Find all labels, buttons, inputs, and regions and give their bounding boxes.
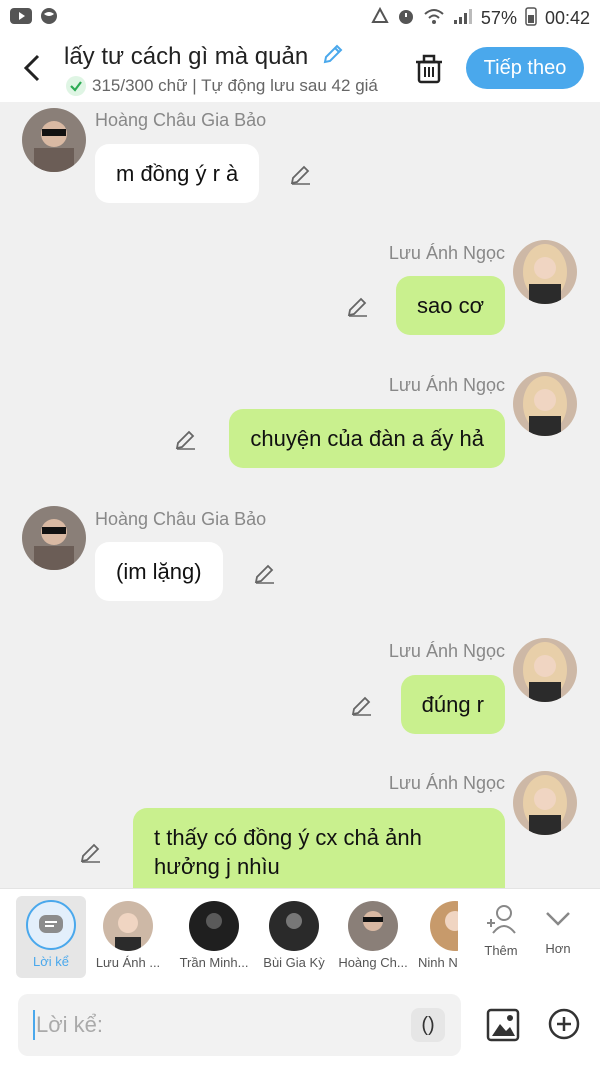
add-character-button[interactable]: Thêm [476,889,526,958]
edit-message-pencil-icon[interactable] [350,693,374,717]
character-strip: Lời kể Lưu Ánh ... Trần Minh... Bùi Gia … [0,888,600,985]
chat-bubble[interactable]: (im lặng) [95,542,223,601]
narration-input[interactable]: Lời kể: () [18,994,461,1056]
app-bar: lấy tư cách gì mà quản 315/300 chữ | Tự … [0,36,600,102]
youtube-icon [10,7,32,29]
chevron-down-icon [543,903,573,933]
battery-percent: 57% [480,7,517,28]
chat-bubble[interactable]: m đồng ý r à [95,144,260,203]
avatar-luu-anh-ngoc[interactable] [513,638,577,702]
chat-area: Hoàng Châu Gia Bảo m đồng ý r à Lưu Ánh … [0,102,600,888]
signal-icon [453,8,473,29]
back-arrow-icon[interactable] [18,50,48,86]
narration-icon [26,900,76,950]
sender-name: Hoàng Châu Gia Bảo [95,509,267,529]
edit-message-pencil-icon[interactable] [253,561,277,585]
character-ninh[interactable]: Ninh N [418,889,458,970]
input-placeholder: Lời kể: [36,1012,104,1037]
chat-bubble[interactable]: sao cơ [395,276,505,335]
narration-selector[interactable]: Lời kể [16,896,86,978]
check-icon [66,76,86,96]
avatar [103,901,153,951]
character-bui-gia-ky[interactable]: Bùi Gia Kỳ [260,889,328,970]
sender-name: Hoàng Châu Gia Bảo [95,110,267,130]
status-bar: 57% 00:42 [0,0,600,36]
wifi-icon [423,7,445,30]
next-button[interactable]: Tiếp theo [466,47,584,89]
avatar-hoang-chau-gia-bao[interactable] [22,108,86,172]
sender-name: Lưu Ánh Ngọc [388,243,505,263]
avatar [430,901,458,951]
sender-name: Lưu Ánh Ngọc [388,375,505,395]
chat-bubble[interactable]: chuyện của đàn a ấy hả [229,409,505,468]
story-title[interactable]: lấy tư cách gì mà quản [64,42,345,73]
sender-name: Lưu Ánh Ngọc [388,641,505,661]
edit-message-pencil-icon[interactable] [289,162,313,186]
alarm-icon [397,7,415,30]
image-icon[interactable] [486,1008,520,1042]
sender-name: Lưu Ánh Ngọc [388,773,505,793]
autosave-status: 315/300 chữ | Tự động lưu sau 42 giá [66,76,390,96]
trash-icon[interactable] [412,52,446,86]
text-caret [33,1010,35,1040]
character-luu-anh-ngoc[interactable]: Lưu Ánh ... [93,889,163,970]
add-person-icon [483,901,519,937]
browser-icon [40,7,58,30]
edit-title-pencil-icon[interactable] [321,42,345,73]
avatar [269,901,319,951]
chat-bubble[interactable]: đúng r [400,675,505,734]
composer-bar: Lời kể: () [0,984,600,1067]
clock-time: 00:42 [544,7,590,28]
avatar-luu-anh-ngoc[interactable] [513,372,577,436]
more-button[interactable]: Hơn [536,889,580,956]
battery-icon [525,6,537,31]
parentheses-button[interactable]: () [411,1008,445,1042]
character-hoang-chau[interactable]: Hoàng Ch... [337,889,409,970]
character-tran-minh[interactable]: Trần Minh... [175,889,253,970]
edit-message-pencil-icon[interactable] [174,427,198,451]
edit-message-pencil-icon[interactable] [346,294,370,318]
avatar-hoang-chau-gia-bao[interactable] [22,506,86,570]
add-circle-icon[interactable] [548,1008,580,1040]
chat-bubble[interactable]: t thấy có đồng ý cx chả ảnh hưởng j nhìu [133,808,505,888]
recycle-icon [371,6,389,30]
avatar-luu-anh-ngoc[interactable] [513,240,577,304]
avatar-luu-anh-ngoc[interactable] [513,771,577,835]
edit-message-pencil-icon[interactable] [79,840,103,864]
avatar [348,901,398,951]
avatar [189,901,239,951]
